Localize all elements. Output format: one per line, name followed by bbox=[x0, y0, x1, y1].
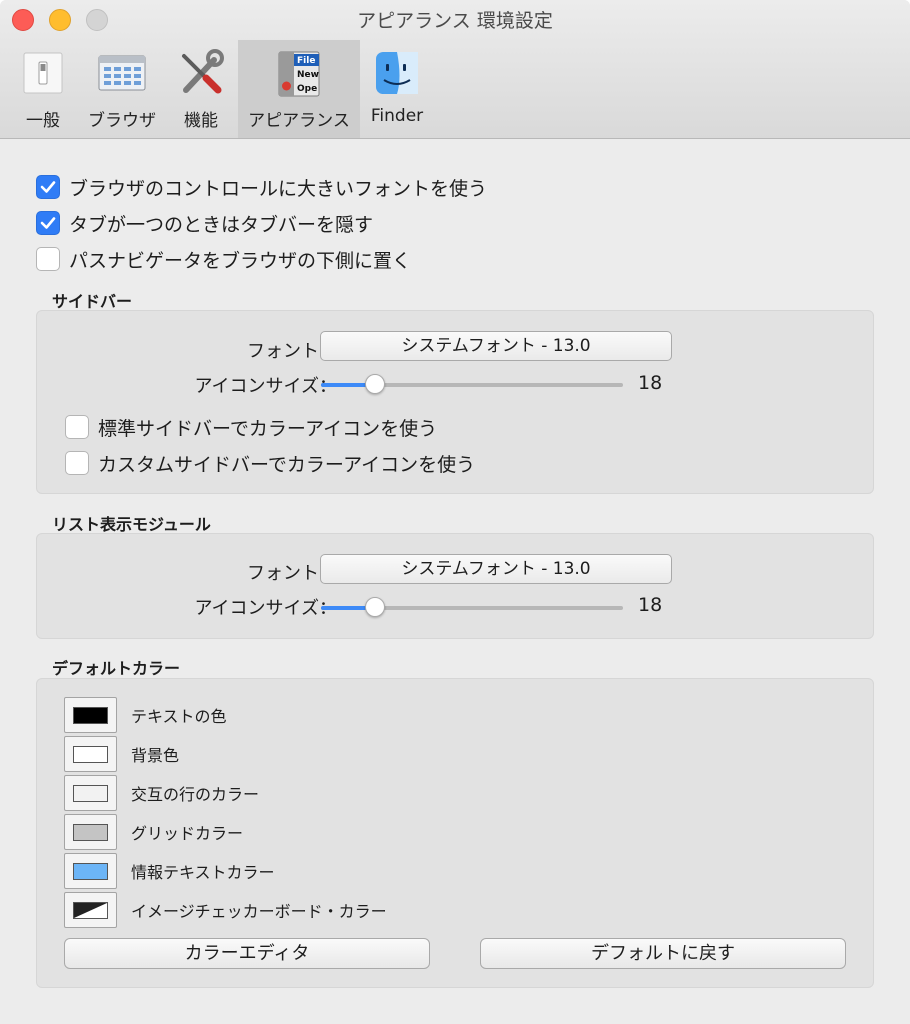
color-editor-button[interactable]: カラーエディタ bbox=[64, 938, 430, 969]
menu-open-text: Ope bbox=[297, 84, 317, 94]
toolbar-item-finder[interactable]: Finder bbox=[362, 40, 432, 138]
standard-sidebar-color-label: 標準サイドバーでカラーアイコンを使う bbox=[98, 417, 438, 440]
list-module-section-title: リスト表示モジュール bbox=[52, 515, 211, 534]
text-color-well[interactable] bbox=[64, 697, 117, 733]
preferences-window: アピアランス 環境設定 一般 ブラウザ 機能 File New Ope アピアラ… bbox=[0, 0, 910, 1024]
menu-new-text: New bbox=[297, 70, 319, 80]
list-font-label: フォント： bbox=[247, 563, 337, 584]
toolbar-item-label: アピアランス bbox=[248, 111, 350, 131]
grid-color-well[interactable] bbox=[64, 814, 117, 850]
info-text-color-well[interactable] bbox=[64, 853, 117, 889]
large-fonts-checkbox[interactable] bbox=[36, 175, 60, 199]
sidebar-section-title: サイドバー bbox=[52, 292, 133, 311]
background-color-well[interactable] bbox=[64, 736, 117, 772]
toolbar-item-label: Finder bbox=[370, 106, 424, 126]
toolbar-item-browser[interactable]: ブラウザ bbox=[84, 40, 160, 138]
reset-defaults-button[interactable]: デフォルトに戻す bbox=[480, 938, 846, 969]
toolbar-item-appearance[interactable]: File New Ope アピアランス bbox=[238, 40, 360, 138]
color-row-text: テキストの色 bbox=[64, 697, 227, 733]
sidebar-group: フォント： システムフォント - 13.0 アイコンサイズ： 18 標準サイドバ… bbox=[36, 310, 874, 494]
sidebar-option-color-custom[interactable]: カスタムサイドバーでカラーアイコンを使う bbox=[65, 450, 475, 476]
checkmark-icon bbox=[40, 217, 56, 229]
alternate-row-color-well[interactable] bbox=[64, 775, 117, 811]
checkerboard-color-well[interactable] bbox=[64, 892, 117, 928]
sidebar-icon-size-label: アイコンサイズ： bbox=[194, 376, 337, 397]
toolbar-item-label: 機能 bbox=[184, 111, 218, 131]
toolbar-item-general[interactable]: 一般 bbox=[12, 40, 74, 138]
slider-knob[interactable] bbox=[365, 374, 385, 394]
option-large-fonts[interactable]: ブラウザのコントロールに大きいフォントを使う bbox=[36, 174, 487, 200]
window-title: アピアランス 環境設定 bbox=[357, 10, 553, 32]
tools-icon bbox=[182, 49, 224, 94]
title-bar: アピアランス 環境設定 一般 ブラウザ 機能 File New Ope アピアラ… bbox=[0, 0, 910, 139]
background-color-label: 背景色 bbox=[131, 746, 180, 765]
grid-color-label: グリッドカラー bbox=[131, 824, 244, 843]
list-font-button[interactable]: システムフォント - 13.0 bbox=[320, 554, 672, 584]
slider-knob[interactable] bbox=[365, 597, 385, 617]
list-icon-size-label: アイコンサイズ： bbox=[194, 598, 337, 619]
option-hide-tab-bar[interactable]: タブが一つのときはタブバーを隠す bbox=[36, 210, 373, 236]
color-row-checkerboard: イメージチェッカーボード・カラー bbox=[64, 892, 387, 928]
background-color-swatch bbox=[73, 745, 108, 763]
checkmark-icon bbox=[40, 181, 56, 193]
color-row-alternate: 交互の行のカラー bbox=[64, 775, 259, 811]
color-row-background: 背景色 bbox=[64, 736, 179, 772]
sidebar-font-button[interactable]: システムフォント - 13.0 bbox=[320, 331, 672, 361]
grid-color-swatch bbox=[73, 823, 108, 841]
info-text-color-swatch bbox=[73, 862, 108, 880]
list-icon-size-slider[interactable] bbox=[321, 596, 623, 620]
hide-tab-bar-checkbox[interactable] bbox=[36, 211, 60, 235]
sidebar-option-color-standard[interactable]: 標準サイドバーでカラーアイコンを使う bbox=[65, 414, 437, 440]
text-color-label: テキストの色 bbox=[131, 707, 227, 726]
checkerboard-color-label: イメージチェッカーボード・カラー bbox=[131, 902, 387, 921]
large-fonts-label: ブラウザのコントロールに大きいフォントを使う bbox=[69, 177, 488, 200]
sidebar-icon-size-value: 18 bbox=[638, 372, 663, 394]
path-navigator-label: パスナビゲータをブラウザの下側に置く bbox=[69, 249, 412, 272]
standard-sidebar-color-checkbox[interactable] bbox=[65, 415, 89, 439]
alternate-row-color-label: 交互の行のカラー bbox=[131, 785, 260, 804]
browser-window-icon bbox=[98, 55, 146, 91]
sidebar-icon-size-slider[interactable] bbox=[321, 373, 623, 397]
checkerboard-swatch bbox=[73, 901, 108, 919]
finder-icon bbox=[376, 52, 418, 94]
color-row-grid: グリッドカラー bbox=[64, 814, 243, 850]
sidebar-font-label: フォント： bbox=[247, 341, 337, 362]
list-module-group: フォント： システムフォント - 13.0 アイコンサイズ： 18 bbox=[36, 533, 874, 639]
path-navigator-checkbox[interactable] bbox=[36, 247, 60, 271]
menu-file-text: File bbox=[297, 56, 315, 66]
toolbar-item-label: 一般 bbox=[26, 111, 60, 131]
toolbar-item-label: ブラウザ bbox=[88, 111, 156, 131]
switch-icon bbox=[23, 52, 63, 94]
custom-sidebar-color-checkbox[interactable] bbox=[65, 451, 89, 475]
toolbar-item-features[interactable]: 機能 bbox=[170, 40, 232, 138]
custom-sidebar-color-label: カスタムサイドバーでカラーアイコンを使う bbox=[98, 453, 476, 476]
default-colors-section-title: デフォルトカラー bbox=[52, 659, 181, 678]
hide-tab-bar-label: タブが一つのときはタブバーを隠す bbox=[69, 213, 374, 236]
list-icon-size-value: 18 bbox=[638, 594, 663, 616]
color-row-info-text: 情報テキストカラー bbox=[64, 853, 275, 889]
appearance-menu-icon: File New Ope bbox=[278, 51, 320, 97]
info-text-color-label: 情報テキストカラー bbox=[131, 863, 275, 882]
text-color-swatch bbox=[73, 706, 108, 724]
alternate-row-color-swatch bbox=[73, 784, 108, 802]
option-path-navigator-bottom[interactable]: パスナビゲータをブラウザの下側に置く bbox=[36, 246, 411, 272]
